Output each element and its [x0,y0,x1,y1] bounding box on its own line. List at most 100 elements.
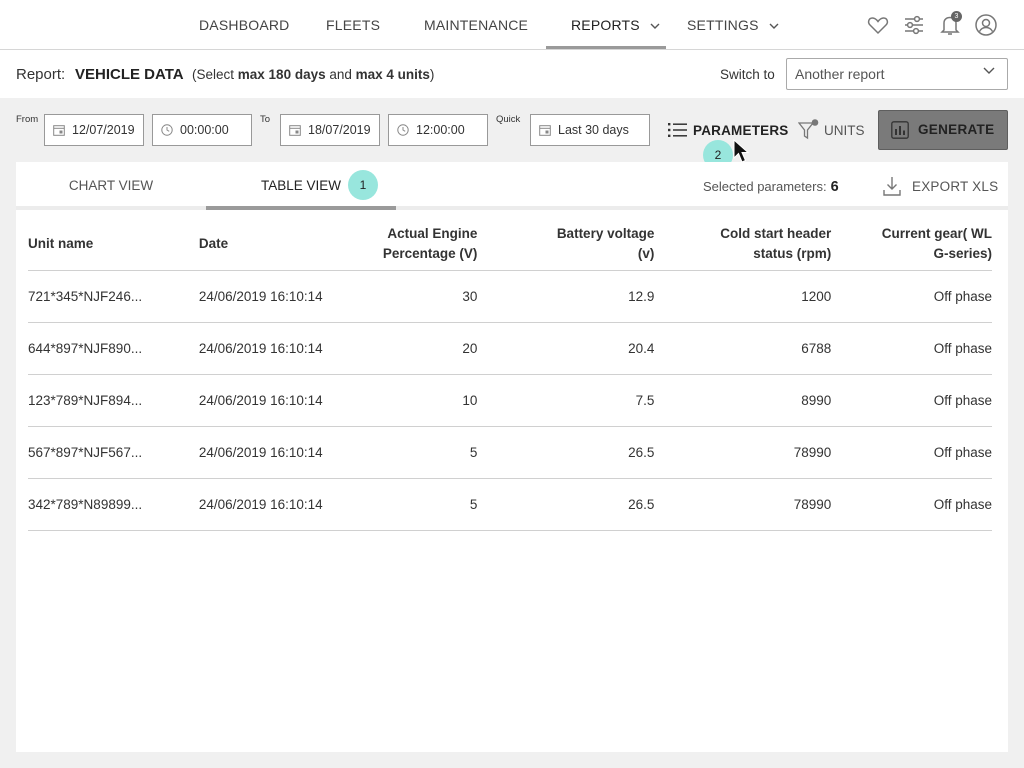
cell-date: 24/06/2019 16:10:14 [198,269,344,322]
nav-settings-label: SETTINGS [687,17,759,33]
units-button[interactable]: UNITS [798,119,868,141]
cell-engine: 20 [343,321,478,374]
table-row[interactable]: 721*345*NJF246... 24/06/2019 16:10:14 30… [28,269,992,322]
cell-cold-start: 78990 [654,425,832,478]
hint-and: and [325,67,356,82]
table-row[interactable]: 123*789*NJF894... 24/06/2019 16:10:14 10… [28,373,992,426]
table-row[interactable]: 644*897*NJF890... 24/06/2019 16:10:14 20… [28,321,992,374]
cell-cold-start: 1200 [654,269,832,322]
sliders-icon[interactable] [902,13,926,37]
to-date-field[interactable]: 18/07/2019 [280,114,380,146]
cell-gear: Off phase [831,269,992,322]
units-label: UNITS [824,123,865,138]
col-battery-line2: (v) [637,245,655,261]
nav-fleets[interactable]: FLEETS [326,0,380,50]
col-engine-line1: Actual Engine [387,225,478,241]
user-icon[interactable] [974,13,998,37]
report-label: Report: [16,66,66,83]
to-time-field[interactable]: 12:00:00 [388,114,488,146]
to-time-value: 12:00:00 [416,123,465,137]
cell-battery: 7.5 [477,373,655,426]
col-date[interactable]: Date [199,218,343,270]
nav-maintenance[interactable]: MAINTENANCE [424,0,528,50]
cell-battery: 26.5 [477,477,655,531]
nav-reports[interactable]: REPORTS [571,0,660,50]
cell-date: 24/06/2019 16:10:14 [198,425,344,478]
switch-report-select[interactable]: Another report [786,58,1008,90]
cell-cold-start: 6788 [654,321,832,374]
quick-label: Quick [496,114,521,125]
hint-units: max 4 units [355,67,430,82]
clock-icon [397,124,409,136]
cell-engine: 5 [343,477,478,531]
list-icon [668,123,687,137]
cell-cold-start: 78990 [654,477,832,531]
cell-gear: Off phase [831,477,992,531]
table-row[interactable]: 342*789*N89899... 24/06/2019 16:10:14 5 … [28,477,992,531]
col-battery-line1: Battery voltage [556,225,655,241]
from-time-value: 00:00:00 [180,123,229,137]
callout-badge-1: 1 [348,170,378,200]
table-header-row: Unit name Date Actual Engine Percentage (… [28,218,992,270]
col-battery-voltage[interactable]: Battery voltage (v) [477,218,655,270]
download-icon [883,177,901,196]
report-hint: (Select max 180 days and max 4 units) [192,67,434,82]
hint-prefix: (Select [192,67,238,82]
vehicle-data-table: Unit name Date Actual Engine Percentage (… [28,218,992,531]
cell-battery: 12.9 [477,269,655,322]
calendar-icon [289,125,301,136]
quick-range-value: Last 30 days [558,123,629,137]
cell-engine: 30 [343,269,478,322]
nav-settings[interactable]: SETTINGS [687,0,779,50]
top-navigation: DASHBOARD FLEETS MAINTENANCE REPORTS SET… [0,0,1024,50]
from-date-value: 12/07/2019 [72,123,135,137]
quick-range-field[interactable]: Last 30 days [530,114,650,146]
switch-label: Switch to [720,67,775,82]
cell-unit-name: 342*789*N89899... [28,477,199,531]
generate-button[interactable]: GENERATE [878,110,1008,150]
nav-reports-label: REPORTS [571,17,640,33]
cell-gear: Off phase [831,373,992,426]
cell-gear: Off phase [831,425,992,478]
cell-unit-name: 123*789*NJF894... [28,373,199,426]
calendar-icon [53,125,65,136]
report-card: CHART VIEW TABLE VIEW 1 Selected paramet… [16,162,1008,752]
col-engine-percentage[interactable]: Actual Engine Percentage (V) [343,218,478,270]
selected-parameters-count: 6 [830,179,839,195]
switch-report-value: Another report [795,66,885,82]
clock-icon [161,124,173,136]
report-header: Report: VEHICLE DATA (Select max 180 day… [0,50,1024,98]
cell-date: 24/06/2019 16:10:14 [198,373,344,426]
selected-parameters-label: Selected parameters: [703,179,827,194]
nav-dashboard[interactable]: DASHBOARD [199,0,289,50]
to-date-value: 18/07/2019 [308,123,371,137]
tab-active-indicator [206,206,396,210]
chevron-down-icon [769,23,779,30]
cell-unit-name: 567*897*NJF567... [28,425,199,478]
cell-battery: 26.5 [477,425,655,478]
notification-badge: 3 [951,11,962,22]
col-gear-line2: G-series) [933,245,992,261]
parameters-label: PARAMETERS [693,123,789,138]
hint-days: max 180 days [237,67,326,82]
heart-icon[interactable] [866,13,890,37]
from-date-field[interactable]: 12/07/2019 [44,114,144,146]
from-time-field[interactable]: 00:00:00 [152,114,252,146]
report-title: VEHICLE DATA [75,66,184,83]
cell-unit-name: 644*897*NJF890... [28,321,199,374]
cell-cold-start: 8990 [654,373,832,426]
col-current-gear[interactable]: Current gear( WL G-series) [831,218,992,270]
table-row[interactable]: 567*897*NJF567... 24/06/2019 16:10:14 5 … [28,425,992,478]
filter-bar: From 12/07/2019 00:00:00 To 18/07/2019 1… [0,98,1024,160]
calendar-icon [539,125,551,136]
hint-suffix: ) [429,67,435,82]
col-gear-line1: Current gear( WL [881,225,992,241]
to-label: To [260,114,271,125]
tab-chart-view[interactable]: CHART VIEW [16,162,206,210]
col-unit-name[interactable]: Unit name [28,218,199,270]
filter-icon [798,119,819,140]
tab-divider [16,206,1008,210]
nav-active-indicator [546,46,666,49]
col-cold-start[interactable]: Cold start header status (rpm) [654,218,831,270]
cell-date: 24/06/2019 16:10:14 [198,321,344,374]
